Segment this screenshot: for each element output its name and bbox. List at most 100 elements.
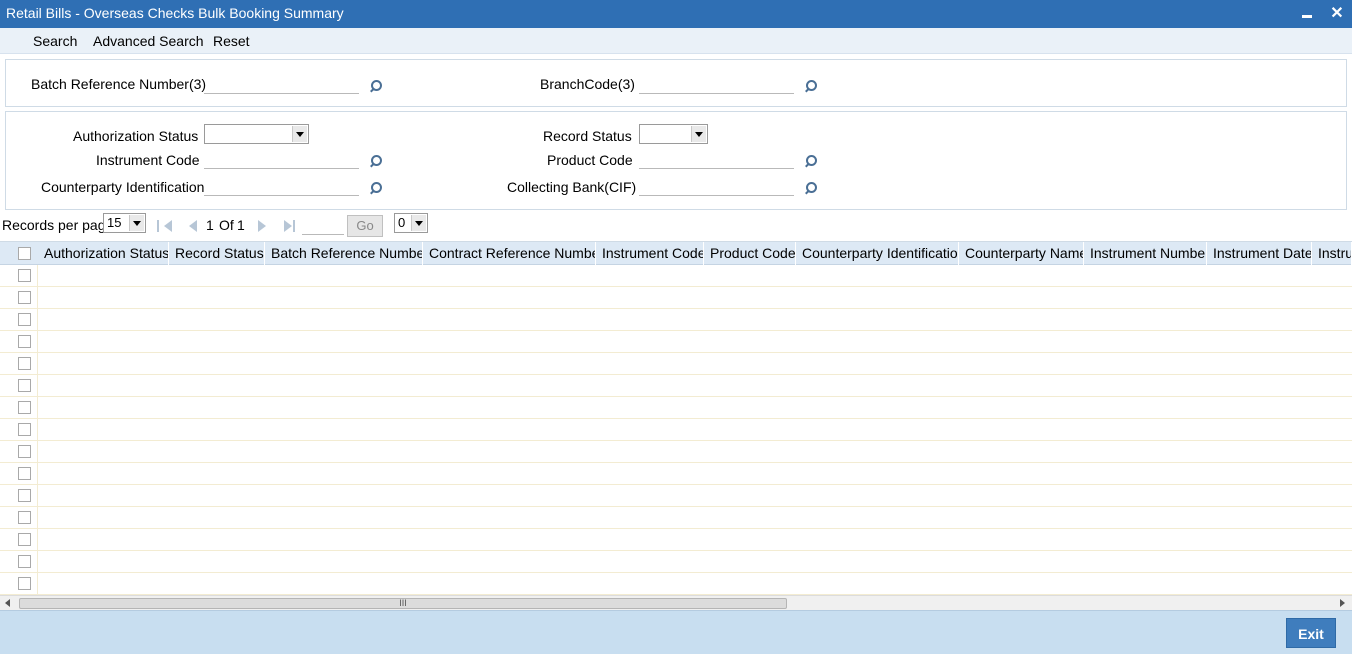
counterparty-identification-input[interactable]	[204, 178, 359, 196]
table-row[interactable]	[0, 573, 1352, 595]
chevron-down-icon	[411, 215, 426, 231]
row-checkbox[interactable]	[18, 511, 31, 524]
batch-reference-number-input[interactable]	[204, 76, 359, 94]
column-header[interactable]: Instrument Number	[1084, 242, 1207, 265]
collecting-bank-search-icon[interactable]	[804, 182, 817, 194]
row-checkbox[interactable]	[18, 489, 31, 502]
column-header[interactable]: Contract Reference Number	[423, 242, 596, 265]
instrument-code-label: Instrument Code	[96, 152, 200, 168]
column-header[interactable]: Instrument Code	[596, 242, 704, 265]
table-row[interactable]	[0, 375, 1352, 397]
row-checkbox[interactable]	[18, 533, 31, 546]
batch-reference-search-icon[interactable]	[369, 80, 382, 92]
row-checkbox[interactable]	[18, 467, 31, 480]
goto-page-input[interactable]	[302, 217, 344, 235]
row-checkbox[interactable]	[18, 313, 31, 326]
branch-code-label: BranchCode(3)	[540, 76, 635, 92]
first-page-icon[interactable]	[157, 220, 172, 232]
batch-reference-number-label: Batch Reference Number(3)	[31, 76, 207, 92]
select-all-checkbox[interactable]	[18, 247, 31, 260]
row-checkbox[interactable]	[18, 555, 31, 568]
table-row[interactable]	[0, 353, 1352, 375]
last-page-icon[interactable]	[284, 220, 296, 232]
scroll-right-icon[interactable]	[1340, 599, 1345, 607]
table-row[interactable]	[0, 419, 1352, 441]
table-row[interactable]	[0, 485, 1352, 507]
column-header[interactable]: Authorization Status	[38, 242, 169, 265]
authorization-status-label: Authorization Status	[73, 128, 199, 144]
row-checkbox[interactable]	[18, 401, 31, 414]
row-checkbox[interactable]	[18, 379, 31, 392]
table-row[interactable]	[0, 529, 1352, 551]
row-checkbox[interactable]	[18, 423, 31, 436]
reset-button[interactable]: Reset	[213, 33, 250, 49]
previous-page-icon[interactable]	[185, 220, 197, 232]
counterparty-identification-label: Counterparty Identification	[41, 179, 205, 195]
branch-code-search-icon[interactable]	[804, 80, 817, 92]
scrollbar-thumb[interactable]: III	[19, 598, 787, 609]
table-row[interactable]	[0, 441, 1352, 463]
next-page-icon[interactable]	[258, 220, 270, 232]
table-row[interactable]	[0, 463, 1352, 485]
record-status-select[interactable]	[639, 124, 708, 144]
instrument-code-input[interactable]	[204, 151, 359, 169]
column-header[interactable]: Counterparty Identification	[796, 242, 959, 265]
chevron-down-icon	[292, 126, 307, 142]
branch-code-input[interactable]	[639, 76, 794, 94]
of-label: Of	[219, 217, 234, 233]
records-per-page-select[interactable]: 15	[103, 213, 146, 233]
window-title: Retail Bills - Overseas Checks Bulk Book…	[6, 5, 344, 21]
row-checkbox[interactable]	[18, 291, 31, 304]
horizontal-scrollbar[interactable]: III	[0, 595, 1352, 610]
exit-button[interactable]: Exit	[1286, 618, 1336, 648]
row-checkbox[interactable]	[18, 445, 31, 458]
search-button[interactable]: Search	[33, 33, 77, 49]
close-icon[interactable]: ✕	[1326, 3, 1348, 25]
page-number-value: 0	[398, 215, 406, 230]
table-row[interactable]	[0, 507, 1352, 529]
results-grid: Authorization Status Record Status Batch…	[0, 241, 1352, 595]
product-code-label: Product Code	[547, 152, 633, 168]
table-row[interactable]	[0, 265, 1352, 287]
table-row[interactable]	[0, 397, 1352, 419]
table-row[interactable]	[0, 287, 1352, 309]
row-checkbox[interactable]	[18, 269, 31, 282]
collecting-bank-label: Collecting Bank(CIF)	[507, 179, 637, 195]
column-header[interactable]: Instru	[1312, 242, 1352, 265]
scroll-left-icon[interactable]	[5, 599, 10, 607]
advanced-search-button[interactable]: Advanced Search	[93, 33, 204, 49]
authorization-status-select[interactable]	[204, 124, 309, 144]
column-header[interactable]: Instrument Date	[1207, 242, 1312, 265]
minimize-icon[interactable]	[1296, 3, 1318, 25]
current-page: 1	[206, 217, 214, 233]
column-header[interactable]: Counterparty Name	[959, 242, 1084, 265]
row-checkbox[interactable]	[18, 357, 31, 370]
counterparty-identification-search-icon[interactable]	[369, 182, 382, 194]
checkbox-column-divider	[37, 265, 38, 595]
instrument-code-search-icon[interactable]	[369, 155, 382, 167]
column-header[interactable]: Product Code	[704, 242, 796, 265]
table-row[interactable]	[0, 309, 1352, 331]
collecting-bank-input[interactable]	[639, 178, 794, 196]
footer: Exit	[0, 610, 1352, 654]
row-checkbox[interactable]	[18, 335, 31, 348]
records-per-page-value: 15	[107, 215, 122, 230]
row-checkbox[interactable]	[18, 577, 31, 590]
column-header[interactable]: Batch Reference Number	[265, 242, 423, 265]
column-header[interactable]: Record Status	[169, 242, 265, 265]
pager: Records per page 15 1 Of 1 0	[0, 212, 1352, 240]
go-button[interactable]: Go	[347, 215, 383, 237]
title-bar: Retail Bills - Overseas Checks Bulk Book…	[0, 0, 1352, 28]
chevron-down-icon	[691, 126, 706, 142]
total-pages: 1	[237, 217, 245, 233]
product-code-search-icon[interactable]	[804, 155, 817, 167]
toolbar: Search Advanced Search Reset	[0, 28, 1352, 54]
table-row[interactable]	[0, 551, 1352, 573]
chevron-down-icon	[129, 215, 144, 231]
record-status-label: Record Status	[543, 128, 632, 144]
records-per-page-label: Records per page	[2, 217, 114, 233]
product-code-input[interactable]	[639, 151, 794, 169]
table-row[interactable]	[0, 331, 1352, 353]
grid-header: Authorization Status Record Status Batch…	[0, 242, 1352, 265]
page-number-select[interactable]: 0	[394, 213, 428, 233]
